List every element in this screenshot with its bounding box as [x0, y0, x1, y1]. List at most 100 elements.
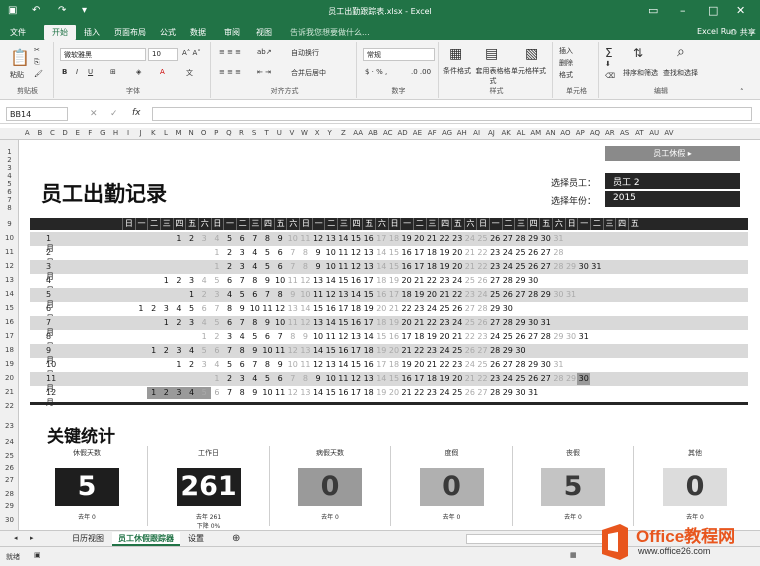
day-cell[interactable]: 8 — [249, 276, 262, 285]
day-cell[interactable]: 5 — [261, 374, 274, 383]
day-cell[interactable]: 23 — [426, 388, 439, 397]
day-cell[interactable]: 27 — [502, 234, 515, 243]
day-cell[interactable]: 21 — [426, 234, 439, 243]
day-cell[interactable]: 17 — [362, 276, 375, 285]
column-header[interactable]: R — [235, 129, 248, 137]
day-cell[interactable]: 19 — [426, 332, 439, 341]
day-cell[interactable]: 20 — [388, 346, 401, 355]
day-cell[interactable]: 14 — [375, 248, 388, 257]
column-header[interactable]: AR — [602, 129, 617, 137]
day-cell[interactable]: 1 — [135, 304, 148, 313]
day-cell[interactable]: 18 — [413, 332, 426, 341]
day-cell[interactable]: 30 — [577, 373, 591, 385]
prev-sheet-icon[interactable]: ◂ — [14, 534, 18, 542]
day-cell[interactable]: 28 — [539, 332, 552, 341]
day-cell[interactable]: 16 — [350, 318, 363, 327]
day-cell[interactable]: 19 — [400, 360, 413, 369]
day-cell[interactable]: 1 — [160, 276, 173, 285]
column-header[interactable]: AI — [469, 129, 484, 137]
day-cell[interactable]: 20 — [400, 276, 413, 285]
day-cell[interactable]: 15 — [388, 248, 401, 257]
day-cell[interactable]: 12 — [299, 318, 312, 327]
day-cell[interactable]: 21 — [413, 276, 426, 285]
day-cell[interactable]: 16 — [337, 346, 350, 355]
column-header[interactable]: N — [185, 129, 198, 137]
font-color-icon[interactable]: A — [160, 68, 165, 76]
column-header[interactable]: O — [197, 129, 210, 137]
day-cell[interactable]: 25 — [514, 248, 527, 257]
day-cell[interactable]: 19 — [438, 374, 451, 383]
day-cell[interactable]: 22 — [413, 388, 426, 397]
column-header[interactable]: Y — [323, 129, 336, 137]
paste-icon[interactable]: 📋 — [10, 48, 30, 67]
day-cell[interactable]: 26 — [514, 332, 527, 341]
day-cell[interactable]: 15 — [350, 234, 363, 243]
day-cell[interactable]: 11 — [299, 234, 312, 243]
cell-styles-button[interactable]: 单元格样式 — [511, 66, 546, 76]
day-cell[interactable]: 23 — [426, 346, 439, 355]
day-cell[interactable]: 24 — [489, 332, 502, 341]
day-cell[interactable]: 12 — [337, 332, 350, 341]
macro-record-icon[interactable]: ▣ — [34, 551, 41, 559]
find-icon[interactable]: ⌕ — [677, 44, 685, 60]
day-cell[interactable]: 2 — [159, 387, 173, 399]
cut-icon[interactable]: ✂ — [34, 46, 40, 54]
day-cell[interactable]: 7 — [286, 248, 299, 257]
day-cell[interactable]: 19 — [438, 262, 451, 271]
day-cell[interactable]: 16 — [350, 276, 363, 285]
day-cell[interactable]: 22 — [476, 248, 489, 257]
tab-3[interactable]: 页面布局 — [114, 27, 146, 38]
day-cell[interactable]: 6 — [223, 276, 236, 285]
column-header[interactable]: AB — [366, 129, 381, 137]
enter-icon[interactable]: ✓ — [110, 109, 118, 119]
day-cell[interactable]: 20 — [451, 374, 464, 383]
copy-icon[interactable]: ⎘ — [34, 58, 40, 67]
close-icon[interactable]: ✕ — [736, 4, 745, 17]
font-name-select[interactable]: 微软雅黑 — [60, 48, 146, 61]
day-cell[interactable]: 16 — [362, 234, 375, 243]
fill-color-icon[interactable]: ◈ — [136, 68, 141, 76]
day-cell[interactable]: 2 — [211, 332, 224, 341]
row-header[interactable]: 30 — [0, 516, 19, 524]
format-painter-icon[interactable]: 🖌 — [34, 70, 43, 78]
sheet-tab-calendar[interactable]: 日历视图 — [66, 532, 110, 546]
day-cell[interactable]: 17 — [400, 332, 413, 341]
day-cell[interactable]: 22 — [476, 262, 489, 271]
column-header[interactable]: AV — [662, 129, 677, 137]
day-cell[interactable]: 14 — [324, 318, 337, 327]
day-cell[interactable]: 14 — [312, 346, 325, 355]
day-cell[interactable]: 15 — [312, 304, 325, 313]
wrap-text-button[interactable]: 自动换行 — [291, 48, 319, 58]
day-cell[interactable]: 2 — [185, 360, 198, 369]
conditional-format-icon[interactable]: ▦ — [449, 46, 462, 62]
day-cell[interactable]: 13 — [312, 276, 325, 285]
day-cell[interactable]: 20 — [413, 360, 426, 369]
day-cell[interactable]: 28 — [514, 234, 527, 243]
day-cell[interactable]: 10 — [261, 346, 274, 355]
column-header[interactable]: W — [298, 129, 311, 137]
row-header[interactable]: 26 — [0, 464, 19, 472]
day-cell[interactable]: 19 — [438, 248, 451, 257]
day-cell[interactable]: 5 — [211, 318, 224, 327]
day-cell[interactable]: 24 — [502, 248, 515, 257]
day-cell[interactable]: 2 — [223, 262, 236, 271]
collapse-ribbon-icon[interactable]: ˄ — [740, 88, 744, 96]
day-cell[interactable]: 26 — [502, 290, 515, 299]
day-cell[interactable]: 25 — [489, 290, 502, 299]
day-cell[interactable]: 12 — [350, 374, 363, 383]
day-cell[interactable]: 17 — [362, 318, 375, 327]
day-cell[interactable]: 14 — [362, 332, 375, 341]
day-cell[interactable]: 19 — [362, 304, 375, 313]
day-cell[interactable]: 6 — [249, 290, 262, 299]
day-cell[interactable]: 28 — [476, 304, 489, 313]
day-cell[interactable]: 16 — [375, 290, 388, 299]
day-cell[interactable]: 11 — [299, 360, 312, 369]
row-header[interactable]: 23 — [0, 422, 19, 430]
day-cell[interactable]: 25 — [514, 262, 527, 271]
select-employee-dropdown[interactable]: 员工 2 — [605, 173, 740, 189]
insert-cells-button[interactable]: 插入 — [559, 46, 573, 56]
day-cell[interactable]: 20 — [375, 304, 388, 313]
day-cell[interactable]: 30 — [514, 388, 527, 397]
employee-vacation-button[interactable]: 员工休假 ▸ — [605, 146, 740, 161]
day-cell[interactable]: 24 — [451, 276, 464, 285]
